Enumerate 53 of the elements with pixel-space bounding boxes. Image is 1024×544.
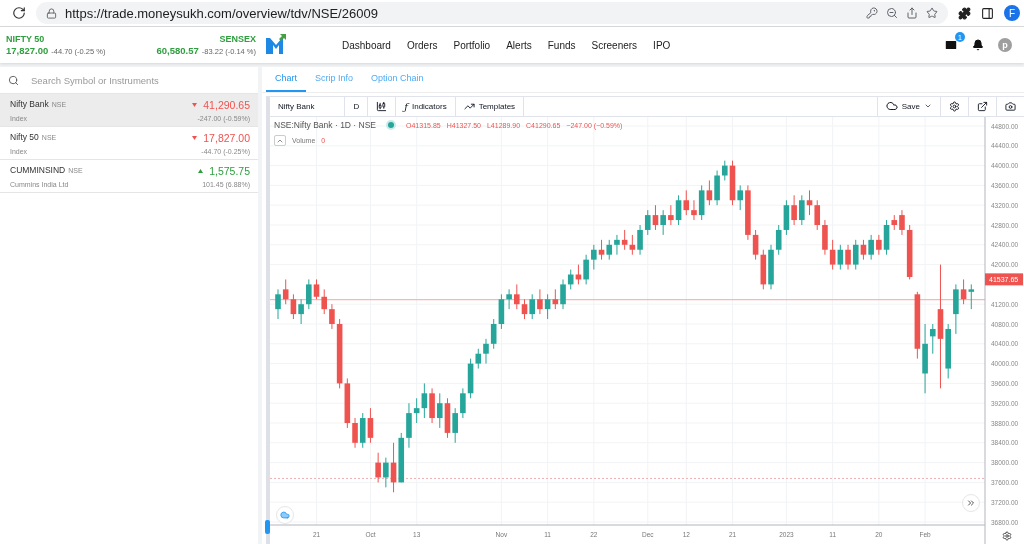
last-price: 41,290.65 [203,99,250,111]
address-bar[interactable]: https://trade.moneysukh.com/overview/tdv/NSE/26009 [36,2,948,24]
panel-handle[interactable] [265,520,270,534]
index-value: 60,580.57 [156,45,199,56]
external-link-icon [977,100,988,112]
nav-link[interactable]: Orders [398,39,446,51]
up-triangle-icon [198,169,204,173]
reload-icon[interactable] [12,6,26,20]
indicators-button[interactable]: ƒ Indicators [396,96,456,116]
key-icon[interactable] [866,7,878,19]
star-icon[interactable] [926,7,938,19]
candlestick-icon [376,100,388,112]
last-price: 17,827.00 [203,132,250,144]
status-dot [388,122,395,128]
puzzle-icon[interactable] [958,6,971,20]
symbol-name: CUMMINSIND [10,165,66,175]
chart-symbol-title: NSE:Nifty Bank · 1D · NSE [274,120,377,130]
index-value: 17,827.00 [6,45,49,56]
symbol-name: Nifty Bank [10,99,49,109]
candlestick [375,452,381,483]
camera-icon [1005,100,1016,112]
profile-avatar[interactable]: F [1004,5,1020,21]
function-icon: ƒ [404,100,408,112]
templates-button[interactable]: Templates [455,96,525,116]
nav-link[interactable]: IPO [645,39,679,51]
symbol-button[interactable]: Nifty Bank [270,96,346,116]
mail-icon[interactable] [944,38,958,52]
nav-link[interactable]: Dashboard [334,39,399,51]
down-triangle-icon [192,103,198,107]
cloud-icon [280,510,290,520]
last-price: 1,575.75 [209,165,250,177]
search-icon [8,74,19,86]
nav-link[interactable]: Alerts [498,39,540,51]
settings-icon [949,100,960,112]
interval-button[interactable]: D [345,96,369,116]
lock-icon [46,7,57,19]
zoom-out-icon[interactable] [886,7,898,19]
nav-link[interactable]: Portfolio [445,39,499,51]
index-name: NIFTY 50 [6,34,45,44]
share-icon[interactable] [906,7,918,19]
symbol-name: Nifty 50 [10,132,39,142]
index-name: SENSEX [219,34,256,44]
settings-icon[interactable] [1002,531,1012,541]
nav-link[interactable]: Screeners [583,39,646,51]
save-button[interactable]: Save [876,96,941,116]
side-panel-icon[interactable] [981,6,994,20]
double-chevron-icon [966,498,976,508]
cloud-icon [885,100,898,113]
down-triangle-icon [192,136,198,140]
logo-icon[interactable] [264,33,288,57]
nav-link[interactable]: Funds [539,39,584,51]
bell-icon[interactable] [972,39,984,51]
collapse-button[interactable] [274,135,286,146]
